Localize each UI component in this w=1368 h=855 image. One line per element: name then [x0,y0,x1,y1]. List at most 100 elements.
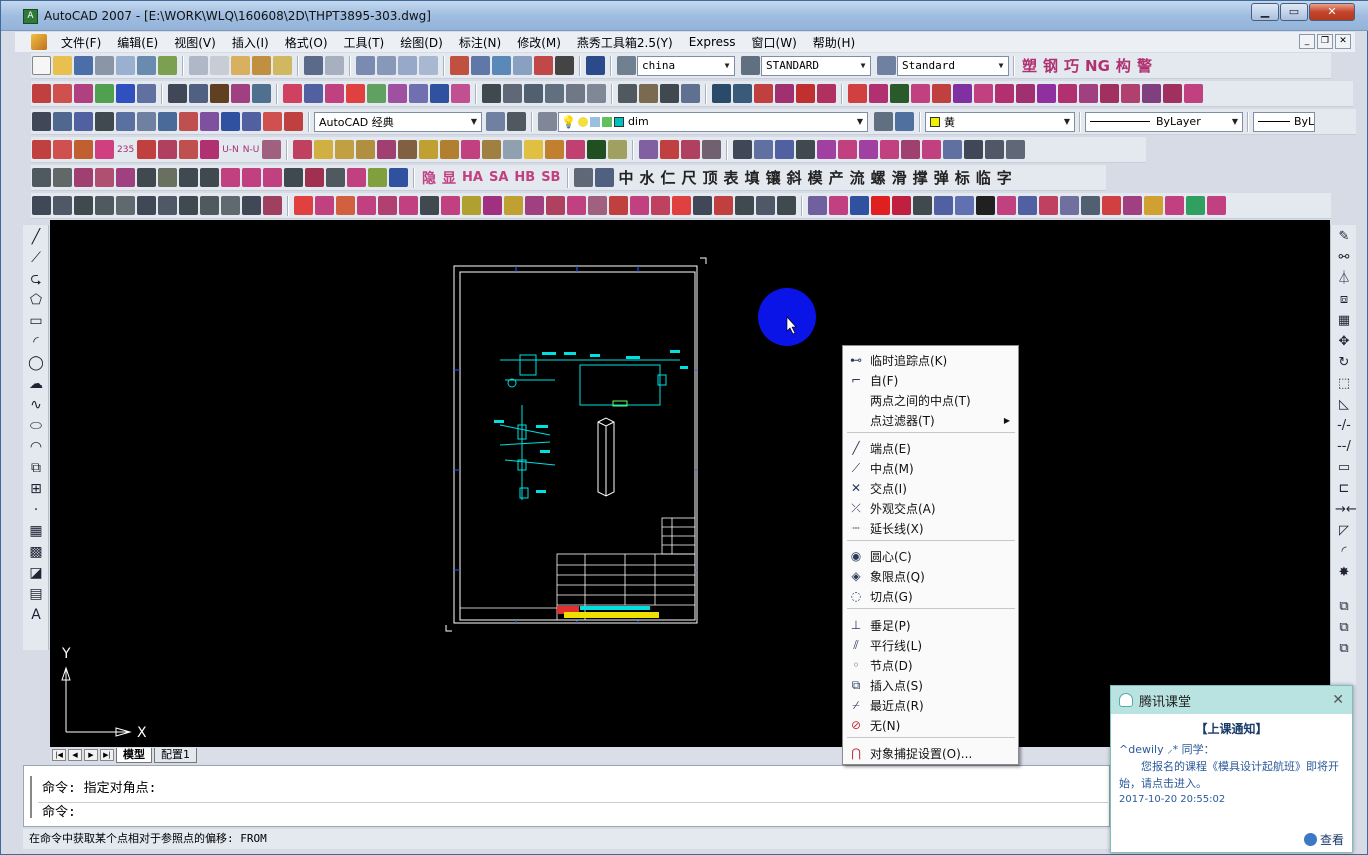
tool-palettes-icon[interactable] [492,56,511,75]
mark-button[interactable]: 标 [955,167,970,188]
tool-aj-icon[interactable] [420,196,439,215]
tool-c-icon[interactable] [158,140,178,159]
slope-icon[interactable] [524,84,543,103]
tool-an-icon[interactable] [504,196,523,215]
circle-icon[interactable]: ◯ [27,354,45,372]
menu-item-midpoint[interactable]: ⟋ 中点(M) [843,458,1018,478]
tool-e-icon[interactable] [200,140,220,159]
draw-order-back-icon[interactable]: ⧉ [1335,619,1353,637]
arc-icon[interactable]: ◜ [27,333,45,351]
monitor-icon[interactable] [712,84,731,103]
tool-w-icon[interactable] [242,168,261,187]
revcloud-icon[interactable]: ☁ [27,375,45,393]
number-tool-icon[interactable] [95,140,114,159]
a0b-icon[interactable] [566,140,586,159]
word-icon[interactable] [451,84,470,103]
menu-express[interactable]: Express [681,35,744,49]
gradient-icon[interactable]: ▩ [27,543,45,561]
tool-aq-icon[interactable] [567,196,586,215]
join-icon[interactable]: →← [1335,501,1357,519]
array-icon[interactable] [221,112,240,131]
paste-icon[interactable] [231,56,250,75]
dim-linear-icon[interactable] [168,84,187,103]
mold-button[interactable]: 模 [808,167,823,188]
break-at-point-icon[interactable]: ▭ [1335,459,1353,477]
tool-b-icon[interactable] [137,140,157,159]
structure-tool-button[interactable]: 构 [1116,55,1131,76]
design-center-icon[interactable] [471,56,490,75]
bulb4-icon[interactable] [356,140,376,159]
tool-a-icon[interactable] [32,140,51,159]
dim-baseline-icon[interactable] [221,196,240,215]
zoom-icon[interactable] [681,84,700,103]
table-style-select[interactable]: Standard ▼ [897,55,1009,76]
find-icon[interactable] [53,112,72,131]
base-icon[interactable] [32,168,51,187]
ha-button[interactable]: HA [462,170,483,185]
dim-jogged-icon[interactable] [137,196,156,215]
ejector-icon[interactable] [995,84,1014,103]
ellipse-arc-icon[interactable]: ◠ [27,438,45,456]
tool-av-icon[interactable] [672,196,691,215]
doc-restore-button[interactable]: ❐ [1317,34,1333,49]
water-button[interactable]: 水 [639,167,654,188]
extend-icon[interactable]: --/ [1335,438,1353,456]
tool-az-icon[interactable] [756,196,775,215]
cross-icon[interactable] [346,84,365,103]
layer-manager-icon[interactable] [538,112,557,131]
tool-bg-icon[interactable] [1102,196,1121,215]
zoom-window-icon[interactable] [398,56,417,75]
tool-v-icon[interactable] [221,168,240,187]
hide-button[interactable]: 隐 [422,168,436,188]
menu-window[interactable]: 窗口(W) [744,34,805,51]
menu-item-point-filters[interactable]: 点过滤器(T) ▶ [843,410,1018,430]
s0-icon[interactable] [461,140,481,159]
chamfer-icon[interactable]: ◸ [1335,522,1353,540]
region-icon[interactable]: ◪ [27,564,45,582]
tool-am-icon[interactable] [483,196,502,215]
dim-edit-icon[interactable] [263,196,282,215]
rotate-icon[interactable]: ↻ [1335,354,1353,372]
plastic-tool-button[interactable]: 塑 [1022,55,1037,76]
number2-icon[interactable] [901,140,921,159]
tool-as-icon[interactable] [609,196,628,215]
tool-ab-icon[interactable] [347,168,366,187]
cursor-tool-icon[interactable] [976,196,995,215]
measure2-icon[interactable] [817,140,837,159]
scale-icon[interactable]: ⬚ [1335,375,1353,393]
autocad-app-icon[interactable]: A [23,9,38,24]
column-icon[interactable] [796,140,816,159]
link-icon[interactable] [702,140,722,159]
tool-bj-icon[interactable] [1165,196,1184,215]
window-icon[interactable] [733,84,752,103]
menu-item-parallel[interactable]: ⫽ 平行线(L) [843,635,1018,655]
tool-x-icon[interactable] [263,168,282,187]
make-block-icon[interactable]: ⊞ [27,480,45,498]
guide-icon[interactable] [1079,84,1098,103]
tool-ay-icon[interactable] [735,196,754,215]
mold-base-icon[interactable] [890,84,909,103]
stack2-icon[interactable] [681,140,701,159]
menu-item-apparent-intersection[interactable]: ⤫ 外观交点(A) [843,498,1018,518]
line-angle-icon[interactable] [618,84,637,103]
bulb-icon[interactable] [1016,84,1035,103]
menu-item-intersection[interactable]: ✕ 交点(I) [843,478,1018,498]
minimize-button[interactable]: ▁ [1251,3,1279,21]
move-icon[interactable]: ✥ [1335,333,1353,351]
redo-icon[interactable] [325,56,344,75]
tool-ap-icon[interactable] [546,196,565,215]
menu-help[interactable]: 帮助(H) [805,34,863,51]
tool-au-icon[interactable] [651,196,670,215]
tab-model[interactable]: 模型 [116,747,152,763]
house2-icon[interactable] [660,140,680,159]
tool-u-icon[interactable] [200,168,219,187]
table-button[interactable]: 表 [724,167,739,188]
tool-ak-icon[interactable] [441,196,460,215]
tool-ao-icon[interactable] [525,196,544,215]
tool-j-icon[interactable] [545,140,565,159]
u-n-button[interactable]: U-N [222,145,239,155]
mirror-tool-icon[interactable] [913,196,932,215]
tool-bd-icon[interactable] [1039,196,1058,215]
slide-button[interactable]: 滑 [892,167,907,188]
dimension-button[interactable]: 尺 [682,167,697,188]
